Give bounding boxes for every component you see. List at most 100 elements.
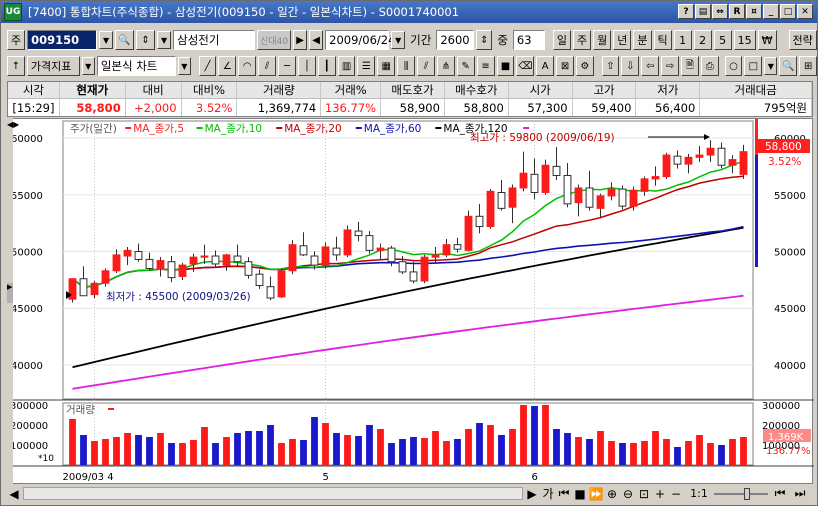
stop-icon[interactable]: ■ [573,485,587,502]
volume-bar[interactable] [245,431,252,465]
candle-body[interactable] [288,244,297,272]
maximize-button[interactable]: □ [780,4,796,19]
candle-body[interactable] [354,230,363,237]
volume-bar[interactable] [91,441,98,465]
volume-bar[interactable] [322,423,329,465]
candle-body[interactable] [475,215,484,228]
candle-body[interactable] [706,147,715,156]
candle-body[interactable] [123,249,132,257]
scroll-right-end-icon[interactable]: ▶ [525,485,539,502]
link-button[interactable]: ⇔ [712,4,728,19]
volume-bar[interactable] [729,439,736,465]
document-icon[interactable]: 🗎 [680,56,699,76]
scroll-right-icon[interactable]: ⇨ [661,56,679,76]
candle-body[interactable] [607,188,616,197]
volume-bar[interactable] [520,405,527,465]
volume-bar[interactable] [410,437,417,465]
next-arrow-icon[interactable]: ▶ [293,30,308,50]
eraser-icon[interactable]: ⌫ [516,56,535,76]
volume-bar[interactable] [531,406,538,465]
volume-bar[interactable] [586,439,593,465]
retracement-icon[interactable]: ☰ [357,56,376,76]
volume-bar[interactable] [168,443,175,465]
volume-bar[interactable] [465,429,472,465]
volume-bar[interactable] [179,443,186,465]
parallel-lines-icon[interactable]: ⫽ [417,56,435,76]
pencil-icon[interactable]: ✎ [456,56,475,76]
volume-bar[interactable] [344,435,351,465]
chart-type-select[interactable]: 일본식 차트 [96,56,176,76]
scroll-down-icon[interactable]: ⇩ [621,56,640,76]
pin-button[interactable]: ¤ [746,4,762,19]
candle-body[interactable] [79,278,88,297]
zoom-in-icon[interactable]: ⊕ [605,485,619,502]
volume-bar[interactable] [641,441,648,465]
candle-body[interactable] [178,264,187,277]
scroll-up-icon[interactable]: ⇧ [601,56,620,76]
panel-toggle-icon[interactable]: ▶ [7,283,13,303]
volume-bar[interactable] [454,439,461,465]
shape-dropdown-icon[interactable]: ▼ [764,57,778,75]
volume-bar[interactable] [487,425,494,465]
candle-body[interactable] [629,189,638,207]
period-field[interactable]: 2600 [436,30,475,50]
candle-body[interactable] [90,282,99,296]
stock-code-field[interactable]: 009150 [27,30,98,50]
left-arrow-icon[interactable]: ◀▶ [7,120,19,129]
channel-icon[interactable]: ▦ [377,56,396,76]
volume-bar[interactable] [256,431,263,465]
volume-bar[interactable] [476,423,483,465]
candle-body[interactable] [453,244,462,250]
fibonacci-icon[interactable]: ┃ [317,56,336,76]
volume-bar[interactable] [443,441,450,465]
period-spinner-icon[interactable]: ⇕ [476,30,493,50]
tf-minute-button[interactable]: 분 [633,30,652,50]
volume-bar[interactable] [619,443,626,465]
rectangle-icon[interactable]: □ [744,56,763,76]
candle-body[interactable] [255,273,264,287]
candle-body[interactable] [222,254,231,266]
search-icon[interactable]: 🔍 [115,30,135,50]
chart-area[interactable]: 6000060000550005500050000500004500045000… [7,118,814,484]
tf-2-button[interactable]: 2 [693,30,712,50]
candle-body[interactable] [167,261,176,279]
zoom-icon[interactable]: 🔍 [779,56,798,76]
candle-body[interactable] [134,250,143,260]
tf-15-button[interactable]: 15 [733,30,756,50]
go-last-icon[interactable]: ⏭ [793,485,807,502]
angle-line-icon[interactable]: ∠ [218,56,237,76]
volume-bar[interactable] [663,439,670,465]
candle-body[interactable] [728,159,737,166]
candle-body[interactable] [299,245,308,256]
code-dropdown-icon[interactable]: ▼ [99,31,114,49]
prev-arrow-icon[interactable]: ◀ [309,30,324,50]
volume-bar[interactable] [432,431,439,465]
volume-bar[interactable] [685,441,692,465]
code-list-icon[interactable]: ⇕ [136,30,156,50]
candle-body[interactable] [574,187,583,204]
tf-day-button[interactable]: 일 [552,30,572,50]
candle-body[interactable] [486,190,495,228]
volume-bar[interactable] [146,437,153,465]
fast-forward-icon[interactable]: ⏩ [589,485,604,502]
chart-scrollbar[interactable] [23,487,523,500]
volume-bar[interactable] [399,439,406,465]
candle-body[interactable] [618,188,627,207]
candle-body[interactable] [310,255,319,266]
candle-body[interactable] [695,154,704,158]
candle-body[interactable] [684,156,693,165]
candle-body[interactable] [717,147,726,166]
volume-bar[interactable] [124,433,131,465]
volume-bar[interactable] [201,427,208,465]
volume-bar[interactable] [113,437,120,465]
candle-body[interactable] [200,255,209,258]
volume-bar[interactable] [421,438,428,465]
horizontal-line-icon[interactable]: ─ [278,56,296,76]
volume-bar[interactable] [674,447,681,465]
close-button[interactable]: ✕ [797,4,813,19]
candle-body[interactable] [442,244,451,256]
candle-body[interactable] [343,229,352,256]
candle-body[interactable] [189,256,198,265]
tf-month-button[interactable]: 월 [593,30,612,50]
candle-body[interactable] [464,215,473,251]
